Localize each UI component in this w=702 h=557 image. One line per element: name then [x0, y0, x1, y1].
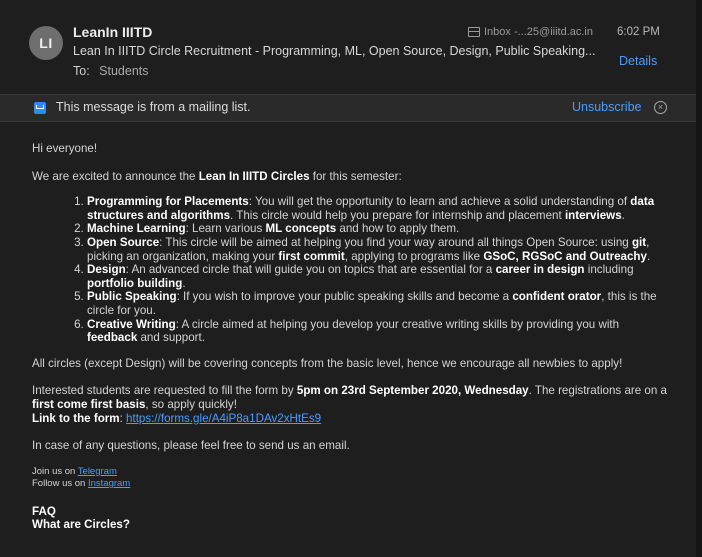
list-item: Open Source: This circle will be aimed a…: [87, 236, 672, 263]
all-circles-note: All circles (except Design) will be cove…: [32, 356, 623, 370]
form-link-line: Link to the form: https://forms.gle/A4iP…: [32, 411, 322, 425]
banner-text: This message is from a mailing list.: [56, 100, 251, 114]
scrollbar[interactable]: [696, 0, 702, 557]
telegram-line: Join us on Telegram: [32, 465, 117, 477]
instagram-line: Follow us on Instagram: [32, 478, 131, 490]
questions-line: In case of any questions, please feel fr…: [32, 439, 350, 453]
list-item: Machine Learning: Learn various ML conce…: [87, 222, 672, 236]
sender-name[interactable]: LeanIn IIITD: [73, 24, 152, 40]
details-link[interactable]: Details: [619, 54, 657, 68]
faq-heading: FAQ: [32, 504, 56, 518]
unsubscribe-link[interactable]: Unsubscribe: [572, 100, 641, 114]
greeting: Hi everyone!: [32, 142, 98, 155]
registration-paragraph: Interested students are requested to fil…: [32, 384, 667, 411]
close-icon[interactable]: ×: [654, 101, 667, 114]
circles-list: Programming for Placements: You will get…: [32, 195, 672, 345]
instagram-link[interactable]: Instagram: [88, 478, 130, 489]
message-time: 6:02 PM: [617, 26, 660, 38]
list-item: Creative Writing: A circle aimed at help…: [87, 318, 672, 345]
list-item: Design: An advanced circle that will gui…: [87, 263, 672, 290]
form-link[interactable]: https://forms.gle/A4iP8a1DAv2xHtEs9: [126, 412, 321, 425]
message-subject: Lean In IIITD Circle Recruitment - Progr…: [73, 44, 596, 58]
list-item: Programming for Placements: You will get…: [87, 195, 672, 222]
mailbox-label: Inbox -...25@iiitd.ac.in: [484, 26, 593, 38]
mailing-list-banner: This message is from a mailing list. Uns…: [0, 95, 696, 122]
faq-question: What are Circles?: [32, 518, 130, 532]
to-label: To:: [73, 64, 90, 78]
sender-avatar: LI: [29, 26, 63, 60]
message-header: LI LeanIn IIITD Lean In IIITD Circle Rec…: [0, 0, 702, 94]
message-body: Hi everyone! We are excited to announce …: [32, 142, 672, 532]
mailbox-indicator: Inbox -...25@iiitd.ac.in: [468, 26, 593, 38]
inbox-icon: [468, 27, 480, 37]
envelope-icon: [34, 102, 46, 114]
telegram-link[interactable]: Telegram: [78, 466, 117, 477]
list-item: Public Speaking: If you wish to improve …: [87, 290, 672, 317]
intro-paragraph: We are excited to announce the Lean In I…: [32, 169, 402, 183]
recipient-row: To: Students: [73, 64, 149, 78]
recipient-name[interactable]: Students: [99, 64, 148, 78]
